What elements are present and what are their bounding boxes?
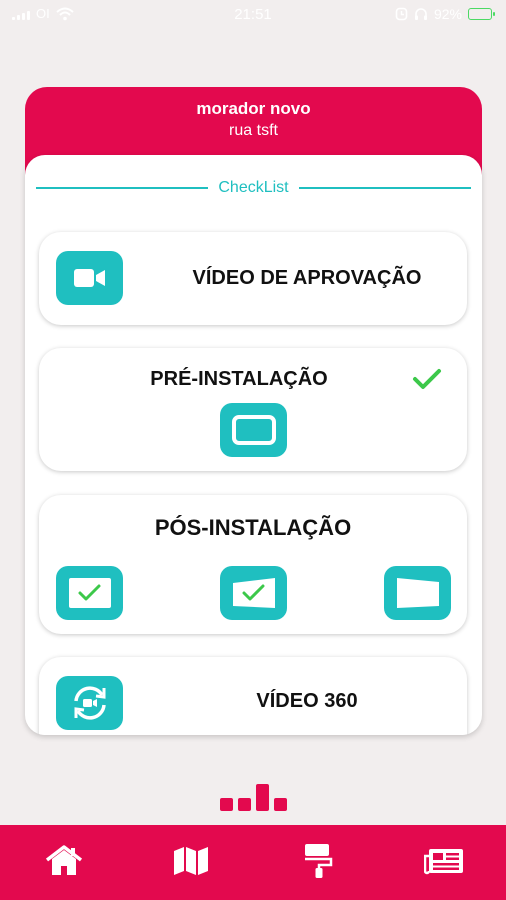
checklist-title: CheckList — [218, 179, 289, 196]
page-indicator — [220, 784, 287, 811]
headphones-icon — [414, 8, 427, 20]
approval-video-title: VÍDEO DE APROVAÇÃO — [192, 267, 422, 289]
battery-percent: 92% — [433, 6, 462, 22]
page-dot[interactable] — [220, 798, 233, 811]
post-installation-title: PÓS-INSTALAÇÃO — [154, 515, 352, 540]
check-icon — [413, 369, 441, 389]
screen-check-icon[interactable] — [56, 566, 123, 620]
checklist-item-pre-installation[interactable]: PRÉ-INSTALAÇÃO — [39, 348, 467, 471]
video-360-icon — [56, 676, 123, 730]
resident-name: morador novo — [196, 99, 311, 118]
tab-news[interactable] — [424, 843, 464, 879]
checklist-panel: CheckList VÍDEO DE APROVAÇÃO PRÉ-INSTALA… — [25, 155, 482, 735]
screen-tilt-check-icon[interactable] — [220, 566, 287, 620]
screen-skew-icon[interactable] — [384, 566, 451, 620]
status-right: 92% — [395, 6, 495, 22]
screen-frame-icon[interactable] — [220, 403, 287, 457]
status-bar: OI 21:51 92% — [0, 0, 506, 30]
bottom-tab-bar — [0, 825, 506, 900]
tab-installation[interactable] — [298, 843, 338, 879]
divider-line-right — [298, 187, 471, 189]
tab-map[interactable] — [171, 843, 211, 879]
checklist-divider: CheckList — [36, 177, 471, 199]
checklist-item-post-installation[interactable]: PÓS-INSTALAÇÃO — [39, 495, 467, 634]
tab-home[interactable] — [44, 843, 84, 879]
battery-icon — [468, 8, 495, 20]
page-dot[interactable] — [238, 798, 251, 811]
map-icon — [174, 847, 208, 875]
alarm-icon — [395, 7, 408, 21]
checklist-item-approval-video[interactable]: VÍDEO DE APROVAÇÃO — [39, 232, 467, 325]
checklist-item-video-360[interactable]: VÍDEO 360 — [39, 657, 467, 735]
video-camera-icon — [56, 251, 123, 305]
page-dot[interactable] — [274, 798, 287, 811]
video-360-title: VÍDEO 360 — [256, 690, 358, 712]
newspaper-icon — [424, 849, 463, 875]
divider-line-left — [36, 187, 209, 189]
paint-roller-icon — [305, 844, 333, 878]
home-icon — [45, 845, 83, 875]
resident-address: rua tsft — [229, 122, 278, 139]
page-dot-active[interactable] — [256, 784, 269, 811]
